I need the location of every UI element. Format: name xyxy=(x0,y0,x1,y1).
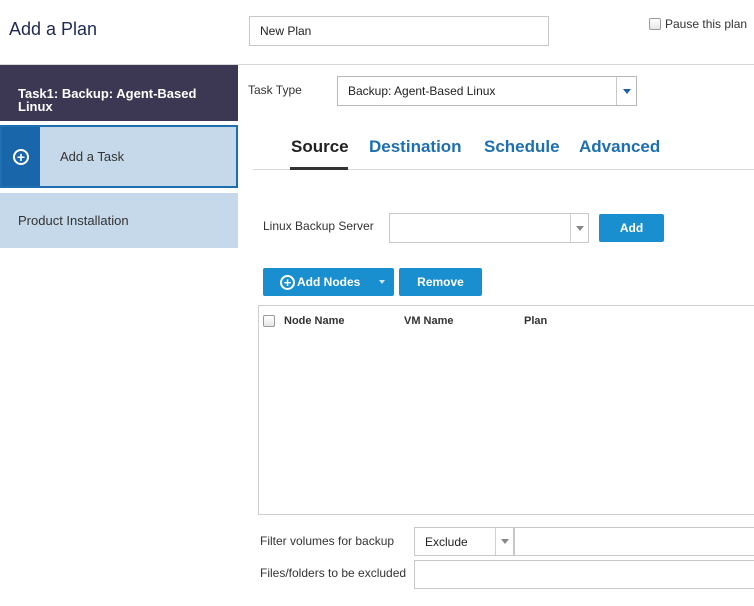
add-nodes-button[interactable]: + Add Nodes xyxy=(263,268,394,296)
nodes-grid: Node Name VM Name Plan xyxy=(258,305,754,515)
tab-source[interactable]: Source xyxy=(291,137,349,157)
column-plan[interactable]: Plan xyxy=(524,315,547,327)
plus-circle-icon: + xyxy=(2,127,40,186)
files-excluded-input[interactable] xyxy=(414,560,754,589)
plan-name-input[interactable] xyxy=(249,16,549,46)
sidebar-item-product-installation[interactable]: Product Installation xyxy=(0,193,238,248)
sidebar-item-task1[interactable]: Task1: Backup: Agent-Based Linux xyxy=(0,65,238,121)
active-tab-indicator xyxy=(290,167,348,170)
chevron-down-icon[interactable] xyxy=(570,214,588,242)
task-type-select[interactable]: Backup: Agent-Based Linux xyxy=(337,76,637,106)
chevron-down-icon[interactable] xyxy=(616,77,636,105)
task-type-label: Task Type xyxy=(248,83,302,97)
filter-mode-select[interactable]: Exclude xyxy=(414,527,514,556)
chevron-down-icon[interactable] xyxy=(495,528,513,555)
add-server-button[interactable]: Add xyxy=(599,214,664,242)
filter-mode-value: Exclude xyxy=(425,535,468,549)
linux-backup-server-label: Linux Backup Server xyxy=(263,219,374,233)
select-all-checkbox[interactable] xyxy=(263,315,275,327)
plus-circle-icon: + xyxy=(280,274,295,290)
sidebar-item-add-task[interactable]: + Add a Task xyxy=(0,125,238,188)
tab-advanced[interactable]: Advanced xyxy=(579,137,660,157)
filter-volumes-input[interactable] xyxy=(514,527,754,556)
linux-backup-server-select[interactable] xyxy=(389,213,589,243)
files-excluded-label: Files/folders to be excluded xyxy=(260,566,407,580)
tab-schedule[interactable]: Schedule xyxy=(484,137,560,157)
add-task-label: Add a Task xyxy=(60,149,125,164)
task-type-value: Backup: Agent-Based Linux xyxy=(348,84,496,98)
column-vm-name[interactable]: VM Name xyxy=(404,315,454,327)
pause-label: Pause this plan xyxy=(665,17,748,31)
pause-plan-toggle[interactable]: Pause this plan xyxy=(649,17,747,31)
page-title: Add a Plan xyxy=(9,19,98,39)
filter-volumes-label: Filter volumes for backup xyxy=(260,534,395,548)
column-node-name[interactable]: Node Name xyxy=(284,315,345,327)
chevron-down-icon[interactable] xyxy=(370,268,394,296)
tab-destination[interactable]: Destination xyxy=(369,137,462,157)
pause-checkbox[interactable] xyxy=(649,18,661,30)
remove-button[interactable]: Remove xyxy=(399,268,482,296)
add-nodes-label: Add Nodes xyxy=(297,275,361,289)
